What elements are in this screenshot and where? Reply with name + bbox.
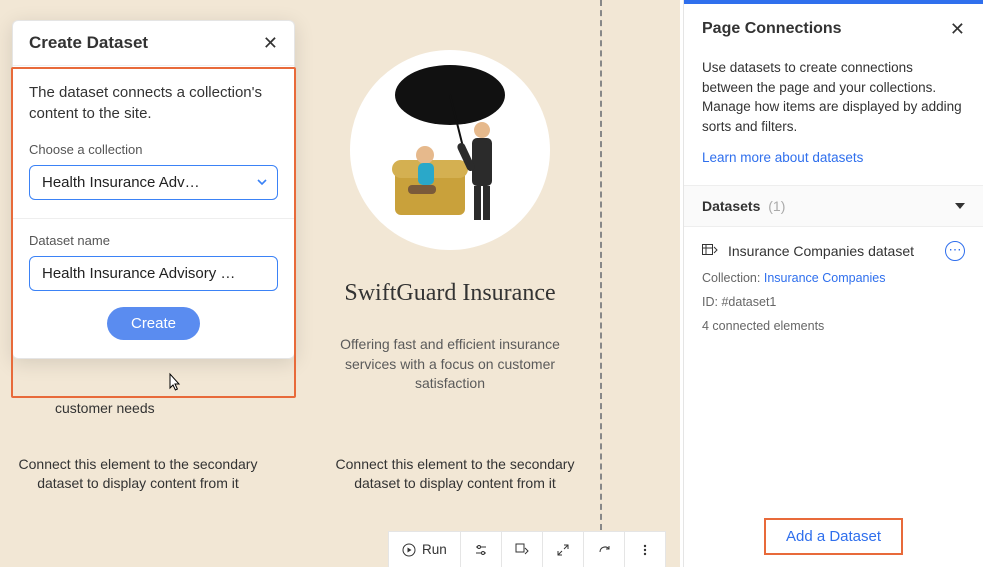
page-connections-panel: Page Connections ✕ Use datasets to creat… [683, 0, 983, 567]
modal-title: Create Dataset [29, 33, 148, 53]
company-name: SwiftGuard Insurance [305, 280, 595, 307]
sliders-icon [474, 543, 488, 557]
more-button[interactable] [625, 532, 665, 567]
company-description: Offering fast and efficient insurance se… [305, 335, 595, 394]
dataset-more-button[interactable]: ⋯ [945, 241, 965, 261]
connect-placeholder-right: Connect this element to the secondary da… [335, 455, 575, 493]
company-image [350, 50, 550, 250]
dataset-name-input[interactable] [29, 256, 278, 291]
run-button[interactable]: Run [389, 532, 461, 567]
illustration-icon [350, 50, 550, 250]
expand-icon [556, 543, 570, 557]
panel-description: Use datasets to create connections betwe… [684, 54, 983, 150]
dataset-name-text: Insurance Companies dataset [728, 243, 914, 259]
play-icon [402, 543, 416, 557]
bind-icon [515, 543, 529, 557]
create-button[interactable]: Create [107, 307, 200, 340]
settings-button[interactable] [461, 532, 502, 567]
dataset-icon [702, 244, 718, 258]
learn-more-link[interactable]: Learn more about datasets [684, 150, 983, 185]
editor-toolbar: Run [388, 531, 666, 567]
expand-button[interactable] [543, 532, 584, 567]
dataset-connected-count: 4 connected elements [702, 319, 965, 333]
datasets-count: (1) [768, 198, 785, 214]
connect-button[interactable] [502, 532, 543, 567]
collection-label: Choose a collection [29, 142, 278, 157]
company-card: SwiftGuard Insurance Offering fast and e… [305, 50, 595, 394]
vertical-divider [600, 0, 602, 530]
dataset-id: ID: #dataset1 [702, 295, 965, 309]
datasets-section-title: Datasets [702, 198, 760, 214]
panel-title: Page Connections [702, 20, 842, 38]
connect-placeholder-left: Connect this element to the secondary da… [18, 455, 258, 493]
create-dataset-modal: Create Dataset ✕ The dataset connects a … [12, 20, 295, 359]
collection-select[interactable]: Health Insurance Adv… [29, 165, 278, 200]
datasets-section-header[interactable]: Datasets (1) [684, 185, 983, 227]
panel-close-icon[interactable]: ✕ [950, 20, 965, 38]
redo-icon [597, 543, 611, 557]
dataset-name-label: Dataset name [29, 233, 278, 248]
close-icon[interactable]: ✕ [263, 34, 278, 52]
dataset-item: Insurance Companies dataset ⋯ Collection… [684, 227, 983, 343]
chevron-down-icon [955, 203, 965, 209]
more-vertical-icon [638, 543, 652, 557]
collection-link[interactable]: Insurance Companies [764, 271, 886, 285]
redo-button[interactable] [584, 532, 625, 567]
left-card-text-fragment: customer needs [55, 400, 155, 416]
dataset-collection: Collection: Insurance Companies [702, 271, 965, 285]
modal-subtext: The dataset connects a collection's cont… [13, 65, 294, 142]
add-dataset-button[interactable]: Add a Dataset [764, 518, 903, 555]
